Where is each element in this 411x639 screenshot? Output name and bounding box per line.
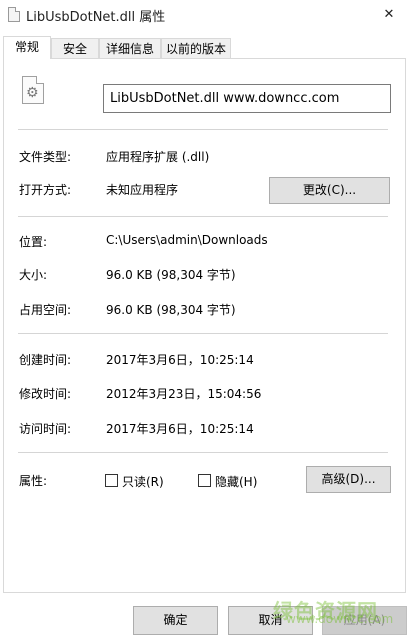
readonly-checkbox[interactable]: [105, 474, 118, 487]
created-value: 2017年3月6日，10:25:14: [106, 353, 254, 367]
separator: [18, 452, 388, 453]
separator: [18, 216, 388, 217]
hidden-checkbox[interactable]: [198, 474, 211, 487]
change-button[interactable]: 更改(C)...: [269, 177, 390, 204]
ok-button[interactable]: 确定: [133, 606, 218, 635]
opens-with-label: 打开方式:: [19, 183, 72, 197]
general-panel: [3, 58, 406, 593]
tab-security[interactable]: 安全: [51, 38, 99, 58]
location-value: C:\Users\admin\Downloads: [106, 233, 268, 247]
accessed-value: 2017年3月6日，10:25:14: [106, 422, 254, 436]
modified-label: 修改时间:: [19, 387, 72, 401]
readonly-label[interactable]: 只读(R): [122, 473, 164, 490]
file-type-label: 文件类型:: [19, 150, 72, 164]
file-name-input[interactable]: LibUsbDotNet.dll www.downcc.com: [103, 84, 391, 113]
size-on-disk-value: 96.0 KB (98,304 字节): [106, 303, 236, 317]
close-icon[interactable]: ✕: [367, 0, 411, 30]
separator: [18, 129, 388, 130]
modified-value: 2012年3月23日，15:04:56: [106, 387, 262, 401]
tab-details[interactable]: 详细信息: [99, 38, 161, 58]
gear-icon: ⚙: [26, 85, 39, 101]
window-title: LibUsbDotNet.dll 属性: [26, 10, 166, 25]
tab-previous-versions[interactable]: 以前的版本: [161, 38, 231, 58]
advanced-button[interactable]: 高级(D)...: [306, 466, 391, 493]
dll-file-icon: [8, 7, 20, 22]
attributes-label: 属性:: [19, 474, 48, 488]
tab-strip: 常规 安全 详细信息 以前的版本: [0, 36, 411, 59]
tab-general[interactable]: 常规: [3, 36, 51, 59]
accessed-label: 访问时间:: [19, 422, 72, 436]
size-label: 大小:: [19, 268, 48, 282]
dll-file-icon: ⚙: [22, 76, 44, 104]
opens-with-value: 未知应用程序: [106, 183, 179, 197]
created-label: 创建时间:: [19, 353, 72, 367]
size-on-disk-label: 占用空间:: [19, 303, 72, 317]
location-label: 位置:: [19, 235, 48, 249]
size-value: 96.0 KB (98,304 字节): [106, 268, 236, 282]
title-bar: LibUsbDotNet.dll 属性 ✕: [0, 0, 411, 30]
watermark-url: www.downcc.com: [286, 612, 394, 626]
separator: [18, 333, 388, 334]
hidden-label[interactable]: 隐藏(H): [215, 473, 257, 490]
file-type-value: 应用程序扩展 (.dll): [106, 150, 210, 164]
